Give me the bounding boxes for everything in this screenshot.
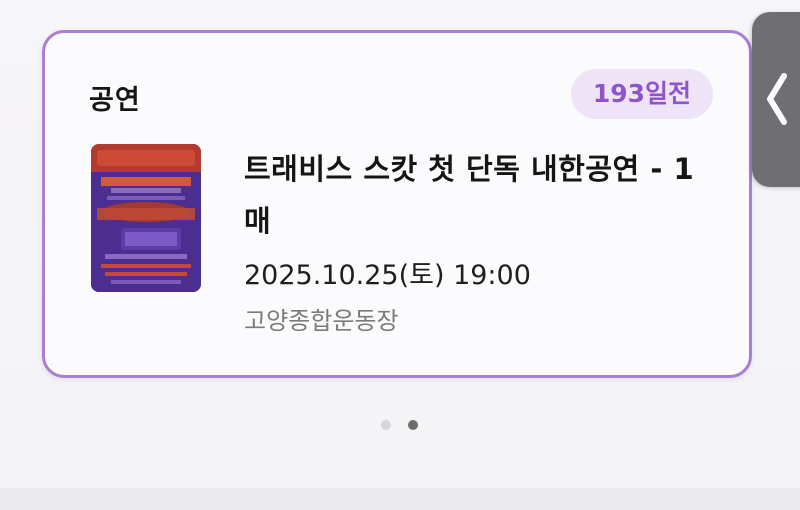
event-datetime: 2025.10.25(토) 19:00 [244,260,531,291]
poster-artwork [91,144,201,292]
chevron-left-icon [767,73,787,125]
event-venue: 고양종합운동장 [244,307,399,335]
category-label: 공연 [89,85,141,116]
pagination-dot[interactable] [381,420,391,430]
event-title: 트래비스 스캇 첫 단독 내한공연 - 1매 [244,152,695,238]
side-panel-tab[interactable] [752,12,800,187]
pagination-dot-active[interactable] [408,420,418,430]
ticket-card[interactable]: 공연 193일전 트래비스 스캇 첫 단독 내한공연 - 1매 2025.10.… [42,30,752,378]
event-poster-image[interactable] [91,144,201,292]
carousel-pagination [381,420,418,430]
screen: 공연 193일전 트래비스 스캇 첫 단독 내한공연 - 1매 2025.10.… [0,0,800,510]
bottom-section-divider [0,488,800,510]
d-day-badge: 193일전 [570,69,713,119]
